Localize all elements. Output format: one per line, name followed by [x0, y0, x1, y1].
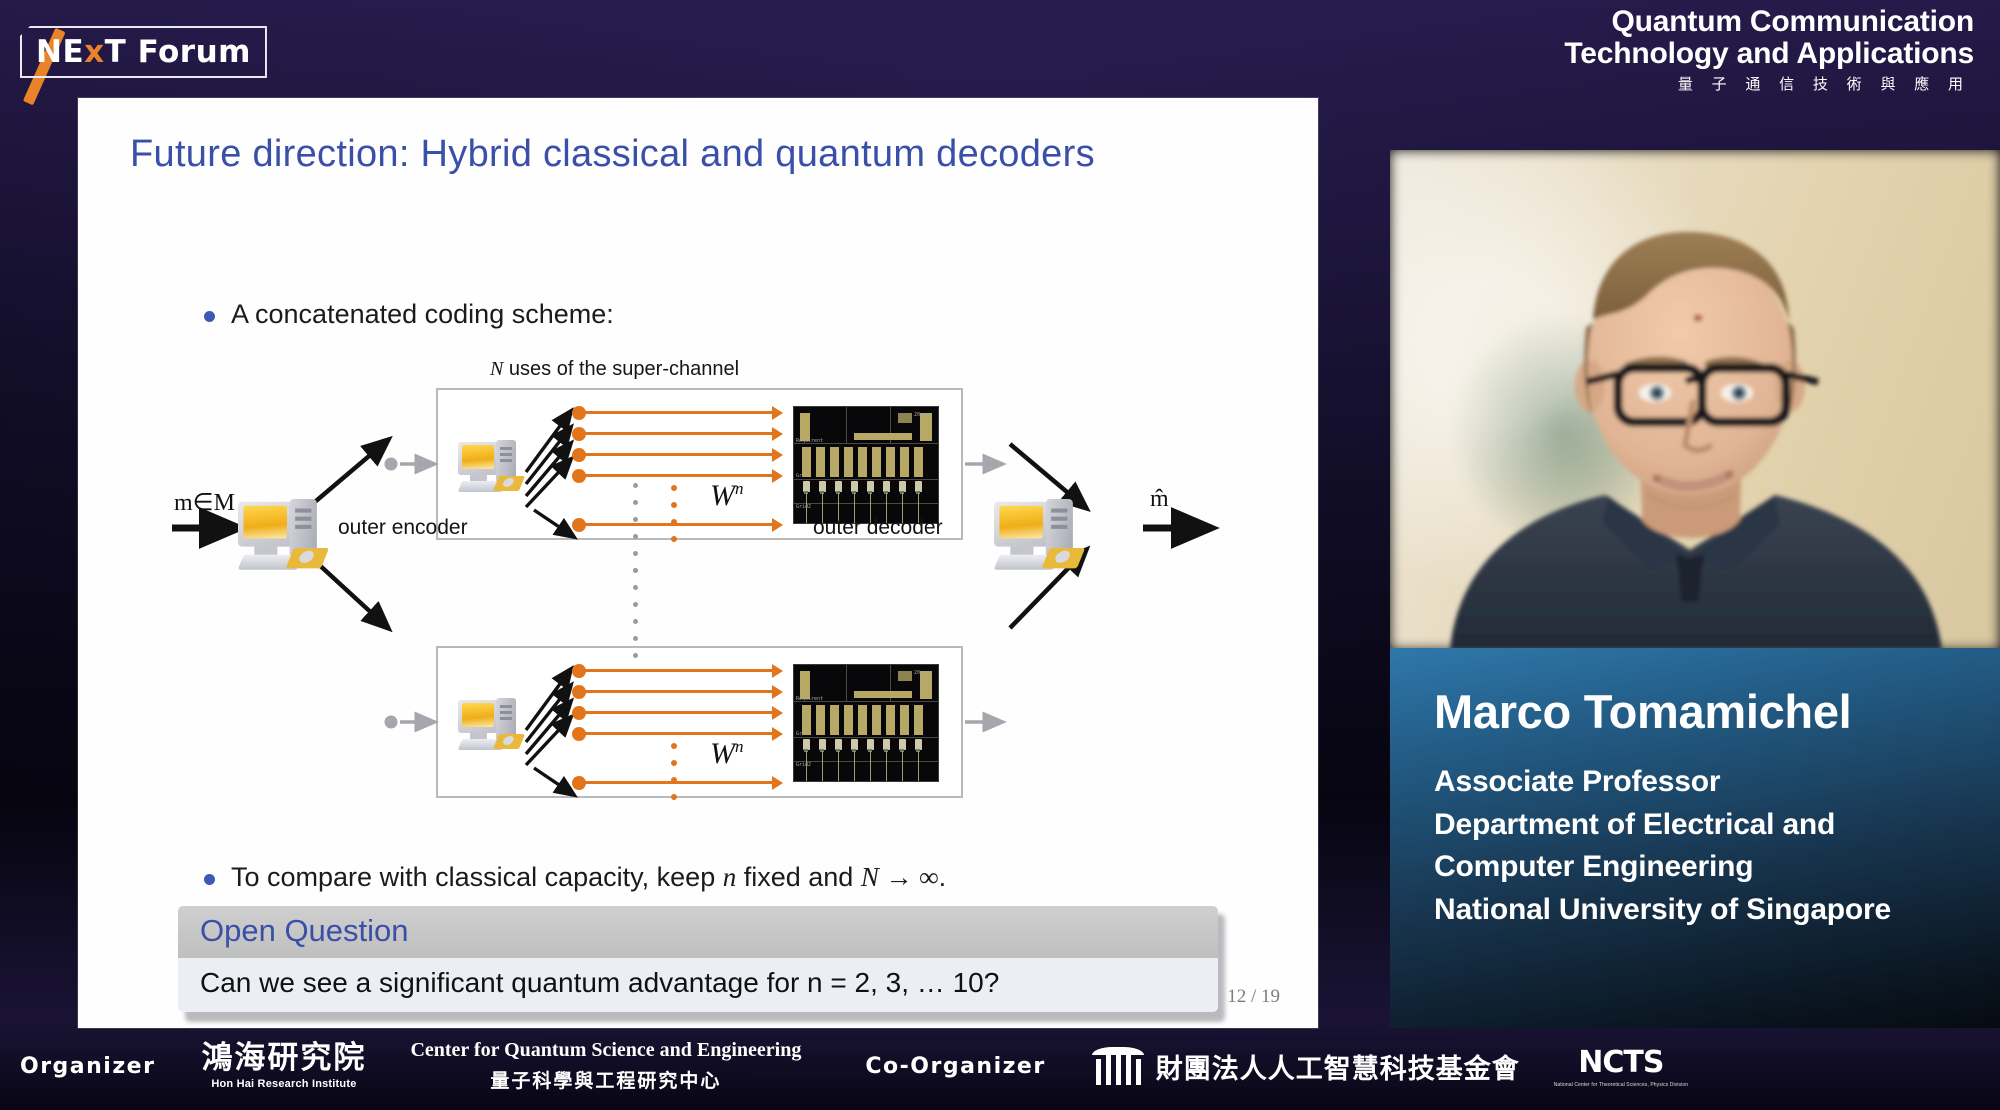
conference-title-line1: Quantum Communication — [1611, 5, 1975, 38]
aif-logo: 財團法人人工智慧科技基金會 — [1091, 1047, 1520, 1086]
speaker-affiliation-line-1: Associate Professor — [1434, 765, 1721, 798]
slide-bullet-1: A concatenated coding scheme: — [204, 298, 614, 332]
hon-hai-name-cjk: 鴻海研究院 — [201, 1040, 367, 1077]
hon-hai-name-en: Hon Hai Research Institute — [211, 1077, 357, 1090]
slide-title: Future direction: Hybrid classical and q… — [130, 133, 1095, 175]
logo-text-x: x — [84, 34, 105, 70]
presentation-slide: Future direction: Hybrid classical and q… — [78, 98, 1318, 1028]
ncts-wordmark: NCTS — [1578, 1044, 1664, 1080]
conference-title-line2: Technology and Applications — [1564, 36, 1974, 70]
next-forum-logo: NExT Forum — [20, 26, 267, 78]
broadcast-header: NExT Forum Quantum Communication Technol… — [0, 0, 2000, 108]
logo-text-pre: NE — [36, 34, 85, 70]
input-message-label: m∈M — [174, 490, 235, 516]
bullet2-math-n: n — [722, 862, 737, 892]
bullet-dot-icon — [204, 311, 215, 322]
outer-decoder-computer-icon — [993, 499, 1086, 575]
output-message-label: m̂ — [1150, 486, 1169, 512]
cqse-logo: Center for Quantum Science and Engineeri… — [410, 1039, 801, 1093]
cqse-name-cjk: 量子科學與工程研究中心 — [490, 1070, 722, 1092]
speaker-affiliation-line-3: Computer Engineering — [1434, 850, 1754, 884]
aif-name-cjk: 財團法人人工智慧科技基金會 — [1155, 1053, 1520, 1085]
ncts-logo: NCTS National Center for Theoretical Sci… — [1554, 1045, 1688, 1088]
logo-text-post: T Forum — [104, 34, 251, 70]
speaker-affiliation-line-4: National University of Singapore — [1434, 892, 1892, 926]
organizer-label: Organizer — [20, 1053, 156, 1079]
slide-bullet-2: To compare with classical capacity, keep… — [204, 861, 946, 895]
bullet2-seg1: To compare with classical capacity, keep — [231, 862, 723, 892]
concatenated-coding-diagram: N uses of the super-channel Wn Requirent… — [138, 358, 1258, 846]
open-question-heading: Open Question — [200, 913, 409, 948]
speaker-name-card: Marco Tomamichel Associate Professor Dep… — [1390, 648, 2000, 1028]
open-question-body: Can we see a significant quantum advanta… — [178, 958, 1218, 1012]
bullet2-seg3: . — [938, 862, 947, 892]
bullet2-seg2: fixed and — [736, 862, 861, 892]
ncts-subtitle: National Center for Theoretical Sciences… — [1553, 1081, 1689, 1088]
outer-encoder-computer-icon — [237, 499, 330, 575]
slide-page-number: 12 / 19 — [1227, 986, 1280, 1007]
outer-decoder-label: outer decoder — [813, 516, 943, 539]
sponsor-footer: Organizer 鴻海研究院 Hon Hai Research Institu… — [0, 1022, 2000, 1110]
outer-routing-arrows — [172, 435, 1220, 733]
speaker-affiliation-line-2: Department of Electrical and — [1434, 807, 1836, 841]
hon-hai-logo: 鴻海研究院 Hon Hai Research Institute — [201, 1042, 366, 1090]
outer-encoder-label: outer encoder — [338, 516, 468, 539]
speaker-portrait — [1450, 231, 1942, 650]
speaker-name: Marco Tomamichel — [1434, 685, 1852, 738]
speaker-video-feed[interactable] — [1390, 150, 2000, 650]
block-ellipsis — [633, 568, 638, 670]
open-question-text: Can we see a significant quantum advanta… — [200, 967, 1000, 998]
conference-title-line3-cjk: 量 子 通 信 技 術 與 應 用 — [1677, 75, 1970, 93]
open-question-box: Open Question Can we see a significant q… — [178, 906, 1225, 1022]
coorganizer-label: Co-Organizer — [865, 1053, 1046, 1079]
conference-title: Quantum Communication Technology and App… — [1564, 6, 1974, 94]
slide-bullet-1-text: A concatenated coding scheme: — [231, 299, 614, 329]
bullet-dot-icon — [204, 874, 215, 885]
cqse-name-en: Center for Quantum Science and Engineeri… — [410, 1039, 802, 1061]
open-question-header: Open Question — [178, 906, 1218, 958]
bullet2-math-N: N → ∞ — [860, 862, 939, 892]
slide-bullet-2-text: To compare with classical capacity, keep… — [231, 861, 946, 895]
aif-mark-icon — [1091, 1047, 1144, 1085]
